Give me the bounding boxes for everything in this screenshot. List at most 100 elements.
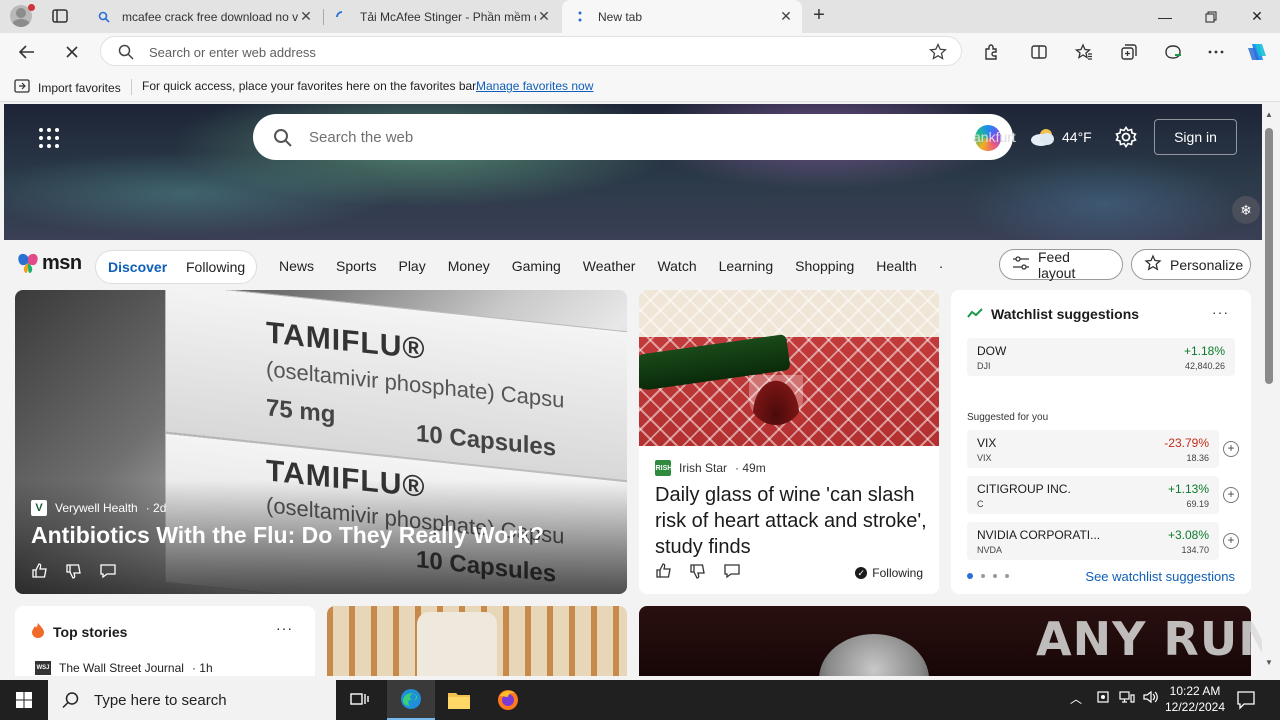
msn-logo[interactable]: msn <box>16 251 82 275</box>
feed-layout-button[interactable]: Feed layout <box>999 249 1123 281</box>
stairlift-story-card[interactable] <box>327 606 627 676</box>
category-play[interactable]: Play <box>398 258 425 274</box>
following-tab[interactable]: Following <box>186 259 245 275</box>
more-categories-indicator[interactable]: · <box>939 258 944 274</box>
web-search-box[interactable]: Search the web <box>253 114 1013 160</box>
volume-icon[interactable] <box>1143 690 1159 707</box>
category-nav: News Sports Play Money Gaming Weather Wa… <box>279 258 965 274</box>
scroll-up-arrow-icon[interactable]: ▲ <box>1265 110 1273 119</box>
see-watchlist-link[interactable]: See watchlist suggestions <box>1085 569 1235 584</box>
stock-name: NVIDIA CORPORATI... <box>977 528 1101 542</box>
snowflake-theme-icon[interactable]: ❄ <box>1232 196 1260 224</box>
favorites-icon[interactable] <box>1073 41 1095 63</box>
story-headline[interactable]: Daily glass of wine 'can slash risk of h… <box>655 482 931 560</box>
story-source[interactable]: WSJ The Wall Street Journal · 1h <box>35 661 213 675</box>
system-clock[interactable]: 10:22 AM 12/22/2024 <box>1160 683 1230 715</box>
stock-name: DOW <box>977 344 1007 358</box>
split-screen-icon[interactable] <box>1028 41 1050 63</box>
category-learning[interactable]: Learning <box>719 258 774 274</box>
page-scrollbar[interactable]: ▲ ▼ <box>1262 104 1280 676</box>
stock-ticker: DJI <box>977 361 991 371</box>
category-health[interactable]: Health <box>876 258 916 274</box>
start-button[interactable] <box>0 680 48 720</box>
following-badge[interactable]: ✓ Following <box>855 566 923 580</box>
msn-butterfly-icon <box>18 253 38 273</box>
stop-loading-button[interactable] <box>58 38 86 66</box>
tab-new-tab[interactable]: New tab ✕ <box>562 0 802 33</box>
taskbar-search-box[interactable]: Type here to search <box>48 680 336 720</box>
thumbs-up-icon[interactable] <box>655 562 673 585</box>
stock-change: -23.79% <box>1164 436 1209 450</box>
settings-gear-icon[interactable] <box>1115 126 1137 153</box>
stock-row-vix[interactable]: VIX VIX -23.79% 18.36 + <box>967 430 1239 468</box>
thumbs-up-icon[interactable] <box>31 562 49 585</box>
close-tab-icon[interactable]: ✕ <box>536 8 552 25</box>
restore-button[interactable] <box>1188 0 1234 33</box>
stock-price: 18.36 <box>1186 453 1209 463</box>
windows-logo-icon <box>16 692 32 708</box>
top-stories-more-icon[interactable]: ··· <box>276 620 293 636</box>
close-tab-icon[interactable]: ✕ <box>298 8 314 25</box>
import-favorites-button[interactable]: Import favorites <box>14 79 121 96</box>
edge-taskbar-icon[interactable] <box>387 680 435 720</box>
stock-row-dow[interactable]: DOW DJI +1.18% 42,840.26 <box>967 338 1235 376</box>
thumbs-down-icon[interactable] <box>65 562 83 585</box>
cloudy-weather-icon[interactable] <box>1029 127 1057 147</box>
stock-row-citigroup[interactable]: CITIGROUP INC. C +1.13% 69.19 + <box>967 476 1239 514</box>
notification-center-icon[interactable] <box>1236 690 1256 715</box>
defender-tray-icon[interactable] <box>1096 690 1110 707</box>
file-explorer-icon[interactable] <box>435 680 483 720</box>
more-menu-icon[interactable] <box>1205 41 1227 63</box>
firefox-icon[interactable] <box>484 680 532 720</box>
close-window-button[interactable]: ✕ <box>1234 0 1280 33</box>
box-count-text: 10 Capsules <box>416 420 557 462</box>
category-watch[interactable]: Watch <box>657 258 696 274</box>
scroll-down-arrow-icon[interactable]: ▼ <box>1265 658 1273 667</box>
sign-in-button[interactable]: Sign in <box>1154 119 1237 155</box>
tab-actions-icon[interactable] <box>50 6 70 26</box>
app-launcher-icon[interactable] <box>39 128 59 148</box>
watchlist-more-icon[interactable]: ··· <box>1212 304 1229 320</box>
category-money[interactable]: Money <box>448 258 490 274</box>
copilot-icon[interactable] <box>1246 41 1268 63</box>
wine-story-card[interactable]: IRISH Irish Star · 49m Daily glass of wi… <box>639 290 939 594</box>
new-tab-button[interactable]: + <box>807 4 831 28</box>
stock-row-nvidia[interactable]: NVIDIA CORPORATI... NVDA +3.08% 134.70 + <box>967 522 1239 560</box>
task-view-icon[interactable] <box>336 680 384 720</box>
discover-tab[interactable]: Discover <box>108 259 167 275</box>
manage-favorites-link[interactable]: Manage favorites now <box>476 79 593 93</box>
close-tab-icon[interactable]: ✕ <box>778 8 794 25</box>
comment-icon[interactable] <box>99 562 117 585</box>
add-to-watchlist-icon[interactable]: + <box>1223 441 1239 457</box>
minimize-button[interactable]: — <box>1142 0 1188 33</box>
collections-icon[interactable] <box>1118 41 1140 63</box>
favorite-star-icon[interactable] <box>929 42 947 66</box>
weather-location[interactable]: ankfurt <box>973 129 1016 145</box>
weather-temperature[interactable]: 44°F <box>1062 129 1092 145</box>
story-headline[interactable]: Antibiotics With the Flu: Do They Really… <box>31 522 544 549</box>
category-gaming[interactable]: Gaming <box>512 258 561 274</box>
thumbs-down-icon[interactable] <box>689 562 707 585</box>
personalize-button[interactable]: Personalize <box>1131 249 1251 280</box>
clock-time: 10:22 AM <box>1169 684 1221 698</box>
comment-icon[interactable] <box>723 562 741 585</box>
tab-mcafee-stinger[interactable]: Tải McAfee Stinger - Phần mềm d ✕ <box>324 0 560 33</box>
scrollbar-thumb[interactable] <box>1265 128 1273 384</box>
carousel-dots[interactable] <box>967 573 1009 579</box>
show-hidden-icons-icon[interactable]: ︿ <box>1070 690 1082 707</box>
extensions-icon[interactable] <box>980 41 1002 63</box>
category-sports[interactable]: Sports <box>336 258 376 274</box>
web-search-placeholder: Search the web <box>309 129 414 146</box>
network-icon[interactable] <box>1119 690 1135 707</box>
back-button[interactable] <box>13 38 41 66</box>
tab-mcafee-search[interactable]: mcafee crack free download no v ✕ <box>86 0 322 33</box>
category-news[interactable]: News <box>279 258 314 274</box>
category-weather[interactable]: Weather <box>583 258 636 274</box>
address-bar[interactable]: Search or enter web address <box>100 36 962 66</box>
add-to-watchlist-icon[interactable]: + <box>1223 533 1239 549</box>
browser-essentials-icon[interactable] <box>1162 41 1184 63</box>
stock-price: 134.70 <box>1181 545 1209 555</box>
add-to-watchlist-icon[interactable]: + <box>1223 487 1239 503</box>
main-story-card[interactable]: TAMIFLU® (oseltamivir phosphate) Capsu 7… <box>15 290 627 594</box>
category-shopping[interactable]: Shopping <box>795 258 854 274</box>
